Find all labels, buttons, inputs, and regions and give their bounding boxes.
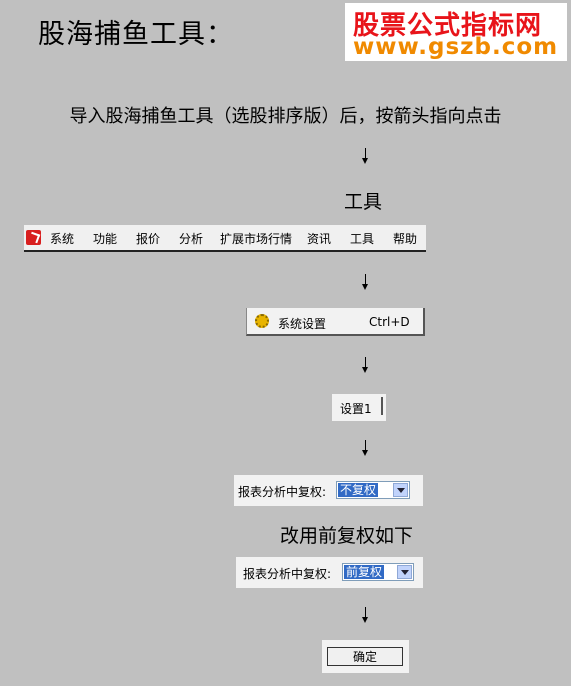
logo-text-url: www.gszb.com [353,34,559,60]
adjust-select[interactable]: 不复权 [336,481,410,499]
menu-item-extended-market[interactable]: 扩展市场行情 [220,230,292,247]
adjust-label: 报表分析中复权: [238,485,327,499]
menu-item-analysis[interactable]: 分析 [179,230,203,247]
confirm-button[interactable]: 确定 [327,647,403,666]
system-settings-label: 系统设置 [278,317,327,331]
arrow-down-icon [362,274,370,290]
change-instruction: 改用前复权如下 [280,525,414,547]
shortcut-label: Ctrl+D [369,315,410,329]
page-title: 股海捕鱼工具： [38,19,234,50]
menu-item-news[interactable]: 资讯 [307,230,331,247]
gear-icon [255,314,269,328]
adjust-select-value: 不复权 [338,483,379,497]
site-logo: 股票公式指标网 www.gszb.com [345,3,567,61]
arrow-down-icon [362,148,370,164]
chevron-down-icon[interactable] [397,565,412,579]
adjust-select-value: 前复权 [344,565,385,579]
adjust-select[interactable]: 前复权 [342,563,414,581]
menu-item-help[interactable]: 帮助 [393,230,417,247]
chevron-down-icon[interactable] [393,483,408,497]
tab-label: 设置1 [340,402,372,416]
menu-bar: 系统 功能 报价 分析 扩展市场行情 资讯 工具 帮助 [24,225,426,252]
arrow-down-icon [362,357,370,373]
confirm-panel: 确定 [322,640,409,673]
arrow-down-icon [362,440,370,456]
adjust-setting-after: 报表分析中复权: 前复权 [236,557,423,588]
step-label-tools: 工具 [344,191,383,213]
intro-instruction: 导入股海捕鱼工具（选股排序版）后，按箭头指向点击 [69,106,502,127]
adjust-label: 报表分析中复权: [243,567,332,581]
app-logo-icon [26,230,41,245]
tab-edge [381,397,383,415]
arrow-down-icon [362,607,370,623]
menu-item-function[interactable]: 功能 [93,230,117,247]
menu-item-quote[interactable]: 报价 [136,230,160,247]
adjust-setting-before: 报表分析中复权: 不复权 [234,475,423,506]
menu-item-system-settings[interactable]: 系统设置 Ctrl+D [246,308,425,336]
menu-item-system[interactable]: 系统 [50,230,74,247]
tab-settings-1[interactable]: 设置1 [332,394,386,421]
menu-item-tools[interactable]: 工具 [350,230,374,247]
